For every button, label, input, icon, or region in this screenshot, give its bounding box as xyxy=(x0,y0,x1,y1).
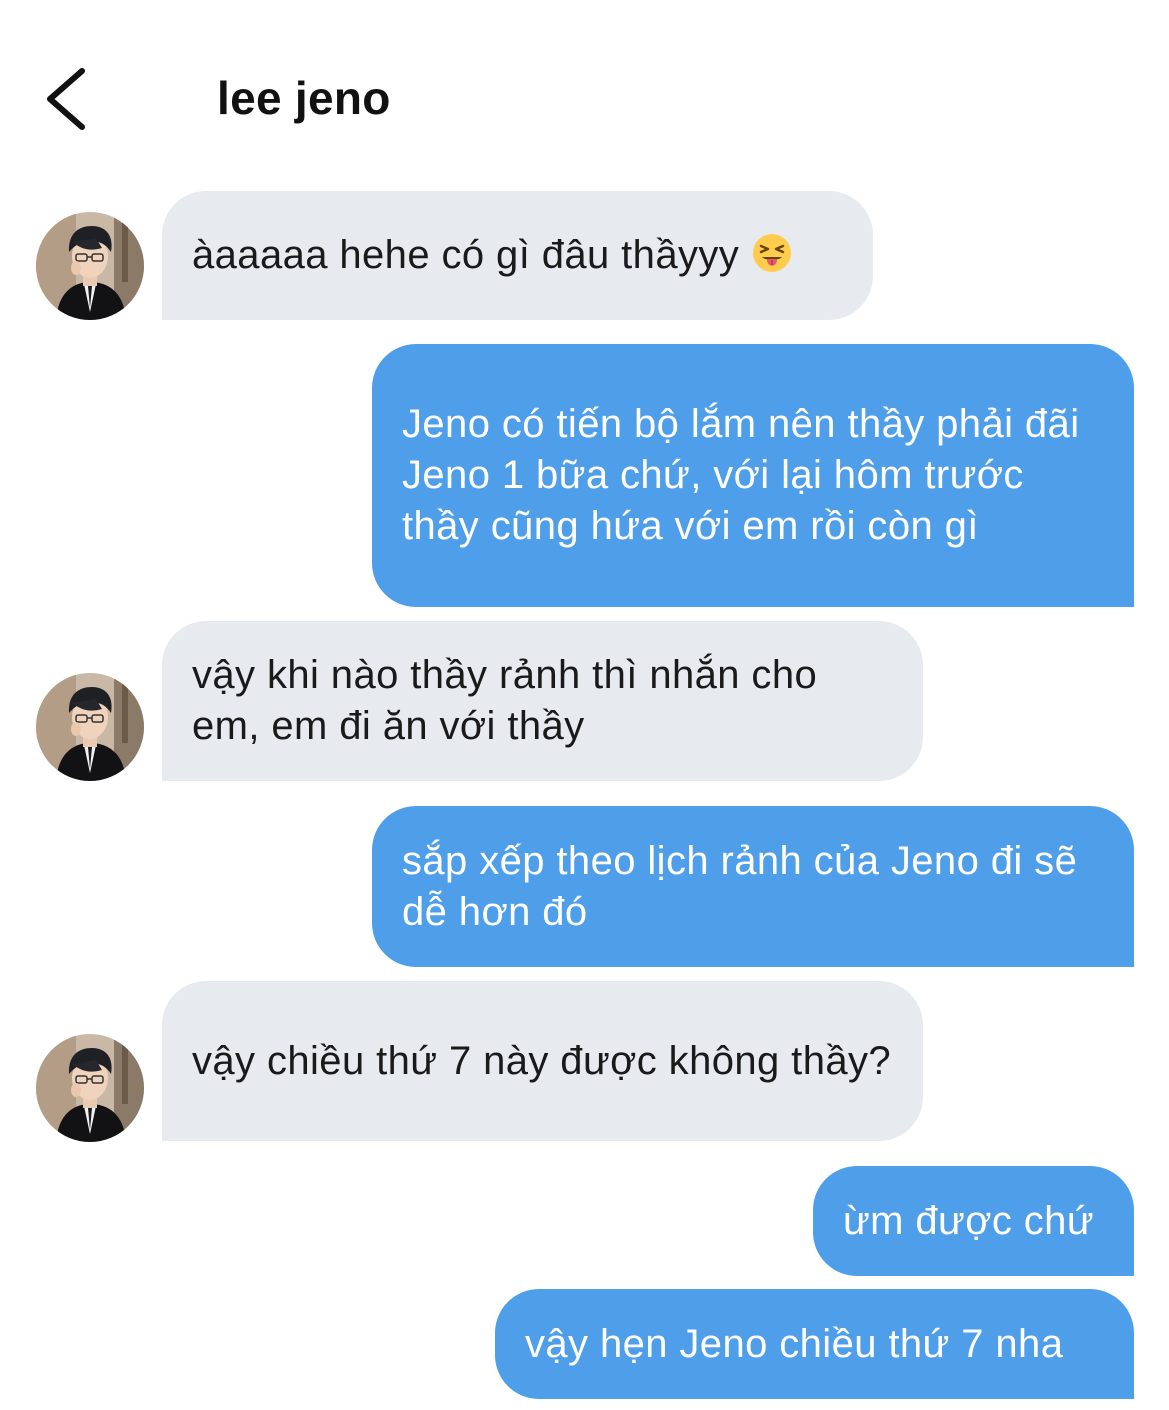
message-text: vậy khi nào thầy rảnh thì nhắn cho em, e… xyxy=(192,653,818,748)
back-button[interactable] xyxy=(30,55,110,145)
message-bubble-sent[interactable]: sắp xếp theo lịch rảnh của Jeno đi sẽ dễ… xyxy=(372,806,1134,967)
message-bubble-received[interactable]: vậy khi nào thầy rảnh thì nhắn cho em, e… xyxy=(162,621,923,781)
avatar-image xyxy=(36,1034,144,1142)
message-text: ừm được chứ xyxy=(843,1198,1095,1243)
message-text: Jeno có tiến bộ lắm nên thầy phải đãi Je… xyxy=(402,402,1080,548)
chevron-left-icon xyxy=(47,68,85,130)
page-title: lee jeno xyxy=(217,72,391,124)
chat-header: lee jeno xyxy=(0,0,1169,190)
avatar-image xyxy=(36,673,144,781)
message-text: vậy chiều thứ 7 này được không thầy? xyxy=(192,1038,892,1083)
message-bubble-sent[interactable]: ừm được chứ xyxy=(813,1166,1134,1276)
message-text: sắp xếp theo lịch rảnh của Jeno đi sẽ dễ… xyxy=(402,838,1078,934)
avatar[interactable] xyxy=(36,673,144,781)
avatar-image xyxy=(36,212,144,320)
avatar[interactable] xyxy=(36,1034,144,1142)
squinting-face-with-tongue-icon xyxy=(753,234,792,272)
message-text: vậy hẹn Jeno chiều thứ 7 nha xyxy=(525,1321,1064,1366)
message-bubble-received[interactable]: vậy chiều thứ 7 này được không thầy? xyxy=(162,981,923,1141)
message-text: àaaaaa hehe có gì đâu thầyyy xyxy=(192,230,793,281)
avatar[interactable] xyxy=(36,212,144,320)
message-bubble-received[interactable]: àaaaaa hehe có gì đâu thầyyy xyxy=(162,191,873,320)
message-bubble-sent[interactable]: Jeno có tiến bộ lắm nên thầy phải đãi Je… xyxy=(372,344,1134,607)
message-bubble-sent[interactable]: vậy hẹn Jeno chiều thứ 7 nha xyxy=(495,1289,1134,1399)
